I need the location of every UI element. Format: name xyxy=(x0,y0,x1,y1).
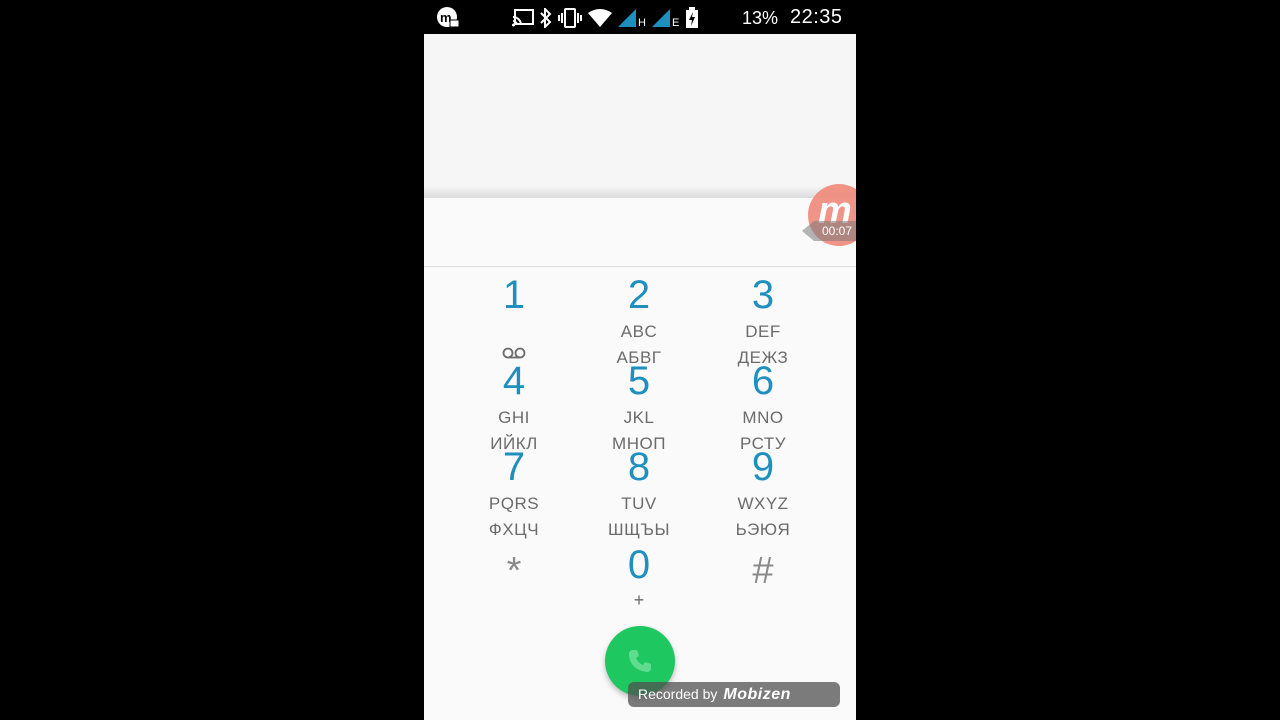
signal-icon xyxy=(618,9,636,27)
key-digit: 5 xyxy=(627,359,651,403)
status-icons: H E xyxy=(512,7,699,29)
key-digit: 6 xyxy=(751,359,775,403)
wifi-icon xyxy=(588,9,612,27)
key-letters-cyrillic: ЬЭЮЯ xyxy=(735,520,791,539)
vibrate-icon xyxy=(558,8,582,28)
key-3[interactable]: 3 DEF ДЕЖЗ xyxy=(703,273,823,369)
key-7[interactable]: 7 PQRS ФХЦЧ xyxy=(454,445,574,541)
key-0[interactable]: 0 + xyxy=(579,543,699,609)
key-4[interactable]: 4 GHI ИЙКЛ xyxy=(454,359,574,455)
dialed-number-field[interactable] xyxy=(424,198,856,267)
status-bar: m H E 13% 22:35 xyxy=(424,0,856,34)
key-9[interactable]: 9 WXYZ ЬЭЮЯ xyxy=(703,445,823,541)
signal-icon xyxy=(651,9,670,27)
key-hash[interactable]: # xyxy=(703,549,823,593)
key-letters-cyrillic: ШЩЪЫ xyxy=(607,520,671,539)
key-digit: 9 xyxy=(751,445,775,489)
battery-percent: 13% xyxy=(742,8,779,28)
key-1[interactable]: 1 xyxy=(454,273,574,359)
key-star[interactable]: * xyxy=(454,549,574,593)
key-letters-latin: PQRS xyxy=(488,494,540,513)
dialer-top-area xyxy=(424,34,856,186)
recorded-by-watermark: Recorded by Mobizen xyxy=(628,682,840,707)
battery-charging-icon xyxy=(686,7,699,28)
bluetooth-icon xyxy=(540,8,552,28)
key-symbol: # xyxy=(752,550,774,592)
watermark-label: Recorded by xyxy=(638,686,718,702)
divider-shadow xyxy=(424,186,856,198)
watermark-brand-logo: Mobizen xyxy=(723,686,791,703)
key-8[interactable]: 8 TUV ШЩЪЫ xyxy=(579,445,699,541)
key-digit: 3 xyxy=(751,273,775,317)
cast-icon xyxy=(512,9,534,27)
key-letters-latin: JKL xyxy=(623,408,655,427)
key-digit: 0 xyxy=(627,543,651,587)
key-digit: 8 xyxy=(627,445,651,489)
key-2[interactable]: 2 ABC АБВГ xyxy=(579,273,699,369)
key-letters-latin: GHI xyxy=(498,408,530,427)
key-letters-latin: TUV xyxy=(621,494,657,513)
network-type-h: H xyxy=(638,17,646,29)
key-letters-cyrillic: ФХЦЧ xyxy=(488,520,540,539)
key-5[interactable]: 5 JKL МНОП xyxy=(579,359,699,455)
network-type-e: E xyxy=(671,17,680,29)
phone-screen: m H E 13% 22:35 1 2 ABC АБВГ 3 DEF ДЕЖЗ … xyxy=(424,0,856,720)
key-plus: + xyxy=(633,590,645,610)
key-letters-latin: DEF xyxy=(745,322,781,341)
mobizen-icon: m xyxy=(437,7,460,28)
key-digit: 2 xyxy=(627,273,651,317)
key-6[interactable]: 6 MNO РСТУ xyxy=(703,359,823,455)
key-letters-latin: WXYZ xyxy=(737,494,789,513)
key-letters-latin: MNO xyxy=(742,408,784,427)
key-digit: 1 xyxy=(502,273,526,317)
key-letters-latin: ABC xyxy=(620,322,658,341)
voicemail-icon xyxy=(502,347,526,359)
status-clock: 22:35 xyxy=(790,6,843,28)
phone-icon xyxy=(629,650,651,672)
key-symbol: * xyxy=(506,550,522,592)
key-digit: 4 xyxy=(502,359,526,403)
key-digit: 7 xyxy=(502,445,526,489)
